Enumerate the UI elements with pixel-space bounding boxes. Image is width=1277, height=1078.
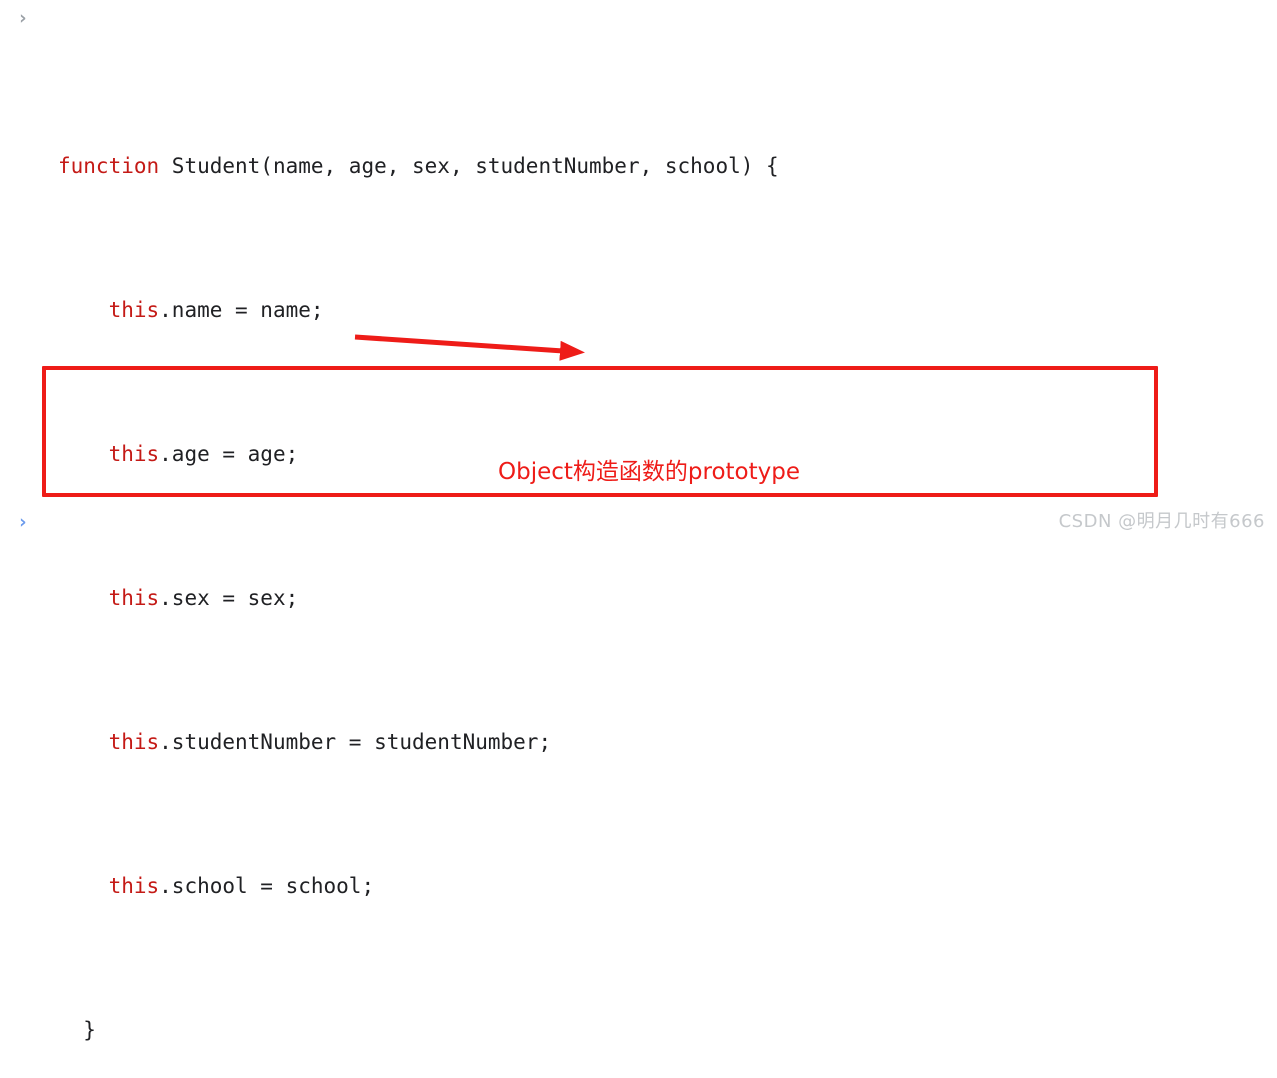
keyword-this: this — [108, 442, 160, 466]
code-line: this.sex = sex; — [58, 580, 1277, 616]
code-text: .name = name; — [159, 298, 324, 322]
code-line: this.age = age; — [58, 436, 1277, 472]
code-line: this.studentNumber = studentNumber; — [58, 724, 1277, 760]
code-line: this.name = name; — [58, 292, 1277, 328]
console-input-entry-function[interactable]: › function Student(name, age, sex, stude… — [0, 0, 1277, 1078]
keyword-this: this — [108, 586, 160, 610]
keyword-function: function — [58, 154, 160, 178]
keyword-this: this — [108, 874, 160, 898]
code-line: this.school = school; — [58, 868, 1277, 904]
code-text: .age = age; — [159, 442, 299, 466]
code-text: Student(name, age, sex, studentNumber, s… — [159, 154, 779, 178]
code-text: } — [58, 1018, 96, 1042]
code-line: function Student(name, age, sex, student… — [58, 148, 1277, 184]
code-line: } — [58, 1012, 1277, 1048]
keyword-this: this — [108, 730, 160, 754]
devtools-console-panel: › function Student(name, age, sex, stude… — [0, 0, 1277, 1042]
code-text: .school = school; — [159, 874, 375, 898]
csdn-watermark: CSDN @明月几时有666 — [1058, 511, 1265, 532]
console-input-prompt-icon: › — [17, 7, 29, 29]
code-text: .studentNumber = studentNumber; — [159, 730, 552, 754]
console-prompt-icon: › — [17, 511, 29, 533]
keyword-this: this — [108, 298, 160, 322]
code-text: .sex = sex; — [159, 586, 299, 610]
